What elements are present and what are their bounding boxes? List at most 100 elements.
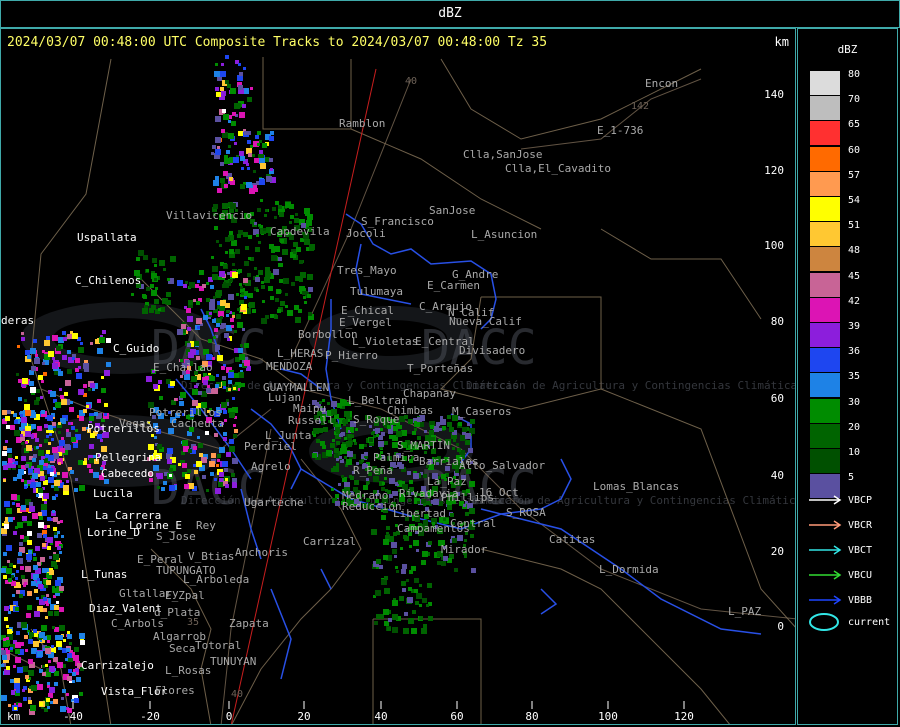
place-label: La_Paz xyxy=(427,475,467,488)
place-label: S_Roque xyxy=(353,413,399,426)
track-arrow-icon xyxy=(809,545,842,555)
place-label: Tulumaya xyxy=(350,285,403,298)
y-tick-label: 0 xyxy=(777,620,784,633)
place-label: C_Arbols xyxy=(111,617,164,630)
legend-title: dBZ xyxy=(837,43,858,56)
place-label: L_Dormida xyxy=(599,563,659,576)
road-number: 35 xyxy=(187,617,199,628)
place-label: GUAYMALLEN xyxy=(263,381,329,394)
place-label: Ugarteche xyxy=(244,496,304,509)
x-tick-label: 80 xyxy=(525,710,538,723)
radar-map[interactable]: DACC DACC DACC DACC Dirección de Agricultura… xyxy=(0,28,796,725)
place-label: L_Asuncion xyxy=(471,228,537,241)
x-tick-label: 60 xyxy=(450,710,463,723)
place-label: E_Challao xyxy=(153,361,213,374)
legend-swatch xyxy=(810,121,840,146)
place-label-major: Pellegrina xyxy=(95,451,161,464)
place-label-major: C_Guido xyxy=(113,342,159,355)
place-label: L_Rosas xyxy=(165,664,211,677)
current-label: current xyxy=(848,617,891,628)
place-label: 16_Oct xyxy=(479,486,519,499)
place-label: R_Peña xyxy=(353,464,393,477)
km-unit-bottom: km xyxy=(7,710,21,723)
place-label: Anchoris xyxy=(235,546,288,559)
legend-swatch xyxy=(810,247,840,272)
legend-value: 65 xyxy=(848,119,861,131)
current-ellipse-icon xyxy=(809,613,839,631)
place-label: Campamentos xyxy=(397,522,470,535)
place-label: Encon xyxy=(645,77,678,90)
x-tick-label: 120 xyxy=(674,710,694,723)
x-tick-label: -20 xyxy=(140,710,160,723)
place-label: SanJose xyxy=(429,204,475,217)
y-tick-label: 120 xyxy=(764,164,784,177)
place-label: Totoral xyxy=(195,639,241,652)
place-label: Vegas xyxy=(119,417,152,430)
place-label: E_Carmen xyxy=(427,279,480,292)
place-label: Zapata xyxy=(229,617,269,630)
place-label: Lomas_Blancas xyxy=(593,480,679,493)
place-label: Rey xyxy=(196,519,216,532)
place-label: TUNUYAN xyxy=(210,655,256,668)
legend-panel: dBZ 80 70 65 60 57 54 51 48 45 42 39 36 35 30 20 10 5 VB… xyxy=(797,28,898,725)
legend-swatch xyxy=(810,96,840,121)
place-label: M_Caseros xyxy=(452,405,512,418)
x-tick-label: 0 xyxy=(226,710,233,723)
place-label: MENDOZA xyxy=(266,360,313,373)
legend-value: 42 xyxy=(848,295,861,307)
place-label: Capdevila xyxy=(270,225,330,238)
place-label: Catitas xyxy=(549,533,595,546)
place-label-major: Uspallata xyxy=(77,231,137,244)
place-label: Clla,El_Cavadito xyxy=(505,162,611,175)
track-label: VBCR xyxy=(848,520,873,531)
place-label: Nueva_Calif xyxy=(449,315,522,328)
place-label: Libertad xyxy=(393,507,446,520)
place-label: L_Arboleda xyxy=(183,573,249,586)
legend-value: 5 xyxy=(848,472,855,484)
x-tick-label: -40 xyxy=(63,710,83,723)
track-arrow-icon xyxy=(809,595,842,605)
watermark-subtitle: Dirección de Agricultura y Contingencias… xyxy=(466,379,796,392)
legend-value: 60 xyxy=(848,144,861,156)
place-label: Carrizal xyxy=(303,535,356,548)
legend-value: 51 xyxy=(848,220,861,232)
place-label: Clla,SanJose xyxy=(463,148,542,161)
track-label: VBCP xyxy=(848,495,873,506)
y-tick-label: 100 xyxy=(764,239,784,252)
place-label-major: Diaz_Valent xyxy=(89,602,162,615)
track-label: VBCT xyxy=(848,545,873,556)
legend-swatch xyxy=(810,197,840,221)
place-label-major: Cabecedo xyxy=(101,467,154,480)
place-label: Seca xyxy=(169,642,196,655)
km-unit-top: km xyxy=(774,35,789,49)
track-arrow-icon xyxy=(809,520,842,530)
place-label: V_Btias xyxy=(188,550,234,563)
place-label: Divisadero xyxy=(459,344,525,357)
legend-swatch xyxy=(810,348,840,373)
y-tick-label: 60 xyxy=(771,392,784,405)
place-label: L_PAZ xyxy=(728,605,761,618)
legend-swatch xyxy=(810,297,840,322)
place-label-major: Carrizalejo xyxy=(81,659,154,672)
road-number: 40 xyxy=(405,76,417,87)
legend-value: 80 xyxy=(848,69,861,80)
legend-swatch xyxy=(810,222,840,247)
track-arrow-icon xyxy=(809,570,842,580)
window-title: dBZ xyxy=(438,6,462,21)
place-label: Russell xyxy=(288,414,334,427)
place-label: Alto_Salvador xyxy=(459,459,545,472)
x-tick-label: 20 xyxy=(297,710,310,723)
legend-value: 57 xyxy=(848,169,861,181)
place-label-major: deras xyxy=(1,314,34,327)
y-tick-label: 40 xyxy=(771,469,784,482)
y-tick-label: 140 xyxy=(764,88,784,101)
legend-value: 54 xyxy=(848,195,861,206)
legend-swatch xyxy=(810,171,840,196)
x-tick-label: 40 xyxy=(374,710,387,723)
place-label: E_1-736 xyxy=(597,124,643,137)
place-label-major: L_Tunas xyxy=(81,568,127,581)
legend-value: 48 xyxy=(848,245,861,257)
legend-swatch xyxy=(810,146,840,171)
legend-swatch xyxy=(810,449,840,473)
x-tick-label: 100 xyxy=(598,710,618,723)
